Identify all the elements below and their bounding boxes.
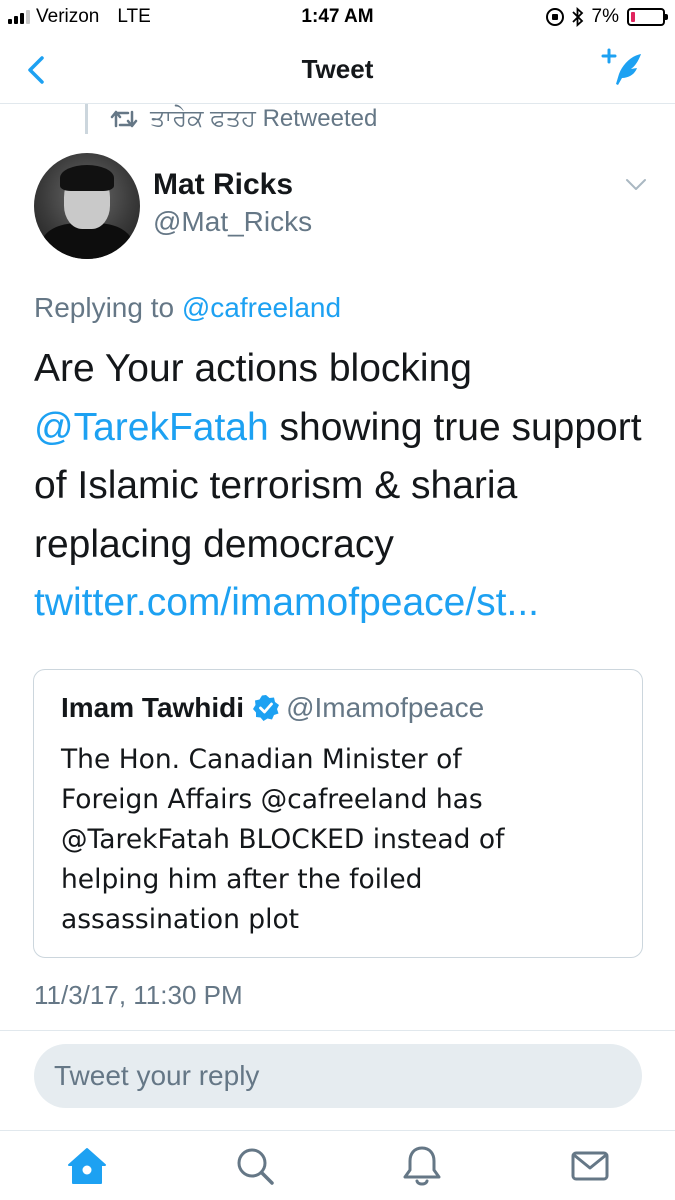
reply-input[interactable]: Tweet your reply xyxy=(34,1044,642,1108)
status-right: 7% xyxy=(545,6,668,28)
tweet-text: Are Your actions blocking @TarekFatah sh… xyxy=(34,340,644,633)
nav-bar: Tweet xyxy=(0,36,675,104)
quoted-line: @TarekFatah BLOCKED instead of xyxy=(61,824,505,855)
verified-badge-icon xyxy=(253,695,280,721)
retweet-context-label: ਤਾਰੇਕ ਫਤਹ Retweeted xyxy=(150,105,378,132)
tweet-timestamp: 11/3/17, 11:30 PM xyxy=(34,980,243,1010)
replying-to-mention[interactable]: @cafreeland xyxy=(182,292,341,323)
messages-icon[interactable] xyxy=(565,1141,615,1191)
reply-placeholder: Tweet your reply xyxy=(54,1060,260,1091)
quoted-author-name: Imam Tawhidi xyxy=(61,692,245,723)
author-handle[interactable]: @Mat_Ricks xyxy=(153,206,312,238)
quoted-line: helping him after the foiled xyxy=(61,864,423,895)
rotation-lock-icon xyxy=(545,8,564,26)
home-icon[interactable] xyxy=(62,1141,112,1191)
avatar[interactable] xyxy=(34,153,140,259)
compose-tweet-icon[interactable] xyxy=(601,48,645,88)
tweet-line-4: replacing democracy xyxy=(34,522,394,566)
notifications-icon[interactable] xyxy=(397,1141,447,1191)
avatar-hair xyxy=(60,165,114,191)
tweet-line-2: @TarekFatah showing true support xyxy=(34,399,644,458)
retweet-context: ਤਾਰੇਕ ਫਤਹ Retweeted xyxy=(110,104,377,134)
retweet-icon xyxy=(110,110,138,128)
tweet-mention[interactable]: @TarekFatah xyxy=(34,406,269,449)
bluetooth-icon xyxy=(571,7,583,27)
tweet-line-1: Are Your actions blocking xyxy=(34,347,472,390)
replying-to: Replying to @cafreeland xyxy=(34,292,341,324)
battery-level xyxy=(631,12,635,22)
tweet-line-2-rest: showing true support xyxy=(268,405,642,449)
quoted-author-handle: @Imamofpeace xyxy=(286,692,485,723)
quoted-line: assassination plot xyxy=(61,904,300,935)
battery-percent: 7% xyxy=(591,6,619,27)
search-icon[interactable] xyxy=(230,1141,280,1191)
quoted-tweet-card[interactable]: Imam Tawhidi @Imamofpeace The Hon. Canad… xyxy=(33,669,643,958)
quoted-line: The Hon. Canadian Minister of xyxy=(61,744,462,775)
chevron-down-icon[interactable] xyxy=(625,178,647,192)
tweet-link[interactable]: twitter.com/imamofpeace/st... xyxy=(34,574,644,633)
divider xyxy=(0,1030,675,1031)
quoted-line: Foreign Affairs @cafreeland has xyxy=(61,784,483,815)
replying-prefix: Replying to xyxy=(34,292,182,323)
author-name[interactable]: Mat Ricks xyxy=(153,168,293,202)
thread-line xyxy=(85,104,88,134)
quoted-tweet-header: Imam Tawhidi @Imamofpeace xyxy=(61,692,484,724)
battery-icon xyxy=(627,8,668,26)
status-bar: Verizon LTE 1:47 AM 7% xyxy=(0,0,675,36)
quoted-tweet-text: The Hon. Canadian Minister of Foreign Af… xyxy=(61,740,631,940)
tweet-line-3: of Islamic terrorism & sharia xyxy=(34,464,518,507)
page-title: Tweet xyxy=(301,54,374,84)
tab-bar xyxy=(0,1130,675,1200)
